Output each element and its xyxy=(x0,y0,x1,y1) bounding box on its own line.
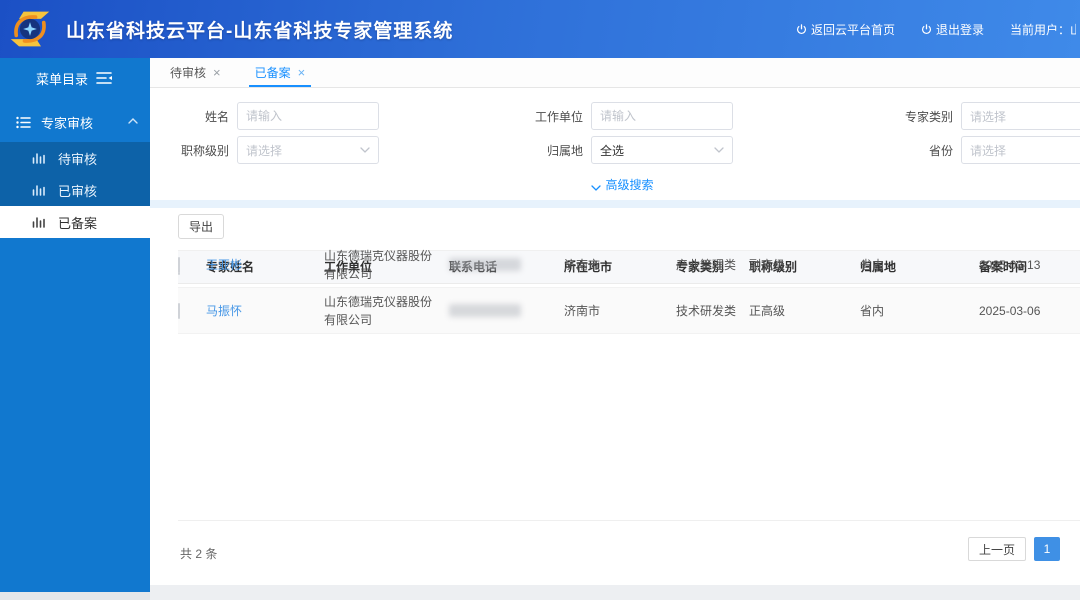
logout-label: 退出登录 xyxy=(936,21,984,38)
section-divider xyxy=(150,200,1080,208)
table-row[interactable]: 马振怀 山东德瑞克仪器股份有限公司 济南市 技术研发类 正高级 省内 2025-… xyxy=(178,288,1080,334)
logout-link[interactable]: 退出登录 xyxy=(921,21,984,38)
category-cell: 技术研发类 xyxy=(676,302,749,320)
select-value: 全选 xyxy=(600,142,714,159)
close-icon[interactable]: × xyxy=(298,65,306,80)
city-cell: 济南市 xyxy=(564,256,676,274)
chevron-up-icon xyxy=(128,118,138,124)
region-cell: 省内 xyxy=(860,302,979,320)
sidebar-item-recorded[interactable]: 已备案 xyxy=(0,206,150,238)
field-label: 专家类别 xyxy=(889,108,953,125)
return-home-label: 返回云平台首页 xyxy=(811,21,895,38)
bar-chart-icon xyxy=(32,216,45,228)
province-select[interactable]: 请选择 xyxy=(961,136,1080,164)
expert-name-link[interactable]: 王亚彬 xyxy=(206,258,242,272)
sidebar-group-label: 专家审核 xyxy=(41,113,93,132)
table-row[interactable]: 王亚彬 山东德瑞克仪器股份有限公司 济南市 产业管理类 副高级 省内 2025-… xyxy=(178,242,1080,288)
app-window: 山东省科技云平台-山东省科技专家管理系统 返回云平台首页 退出登录 当前用户：山… xyxy=(0,0,1080,600)
page-title: 山东省科技云平台-山东省科技专家管理系统 xyxy=(66,16,453,43)
menu-fold-icon xyxy=(96,71,112,85)
row-checkbox[interactable] xyxy=(178,257,180,273)
tab-label: 已备案 xyxy=(255,64,291,81)
city-cell: 济南市 xyxy=(564,302,676,320)
table-footer: 共 2 条 上一页 1 xyxy=(178,521,1080,585)
work-unit-input[interactable] xyxy=(591,102,733,130)
category-cell: 产业管理类 xyxy=(676,256,749,274)
power-icon xyxy=(796,24,807,35)
field-label: 姓名 xyxy=(165,108,229,125)
sidebar-submenu: 待审核 已审核 已备案 xyxy=(0,142,150,238)
field-title-level: 职称级别 请选择 xyxy=(165,136,379,164)
return-home-link[interactable]: 返回云平台首页 xyxy=(796,21,895,38)
field-name: 姓名 xyxy=(165,102,379,130)
field-expert-category: 专家类别 请选择 xyxy=(889,102,1080,130)
select-value: 请选择 xyxy=(970,108,1080,125)
export-button[interactable]: 导出 xyxy=(178,214,224,239)
field-region: 归属地 全选 xyxy=(519,136,733,164)
title-level-cell: 正高级 xyxy=(749,302,860,320)
expert-category-select[interactable]: 请选择 xyxy=(961,102,1080,130)
tab-recorded[interactable]: 已备案 × xyxy=(241,57,320,87)
tab-pending-review[interactable]: 待审核 × xyxy=(156,57,235,87)
sidebar-item-pending-review[interactable]: 待审核 xyxy=(0,142,150,174)
company-cell: 山东德瑞克仪器股份有限公司 xyxy=(324,293,449,329)
field-work-unit: 工作单位 xyxy=(519,102,733,130)
record-date-cell: 2025-03-13 xyxy=(979,256,1080,274)
company-cell: 山东德瑞克仪器股份有限公司 xyxy=(324,247,449,283)
sidebar-item-label: 已审核 xyxy=(58,181,97,200)
top-header: 山东省科技云平台-山东省科技专家管理系统 返回云平台首页 退出登录 当前用户：山… xyxy=(0,0,1080,58)
field-label: 工作单位 xyxy=(519,108,583,125)
platform-logo-icon xyxy=(8,7,52,51)
field-label: 职称级别 xyxy=(165,142,229,159)
sidebar-item-reviewed[interactable]: 已审核 xyxy=(0,174,150,206)
bottom-left-strip xyxy=(0,592,150,600)
page-number-button[interactable]: 1 xyxy=(1034,537,1060,561)
select-value: 请选择 xyxy=(246,142,360,159)
list-icon xyxy=(16,116,31,129)
bar-chart-icon xyxy=(32,184,45,196)
field-label: 归属地 xyxy=(519,142,583,159)
table-section: 导出 专家姓名 工作单位 联系电话 所在地市 专家类别 职称级别 归属地 备案时… xyxy=(165,208,1080,585)
region-select[interactable]: 全选 xyxy=(591,136,733,164)
name-input[interactable] xyxy=(237,102,379,130)
advanced-search-label: 高级搜索 xyxy=(605,178,653,192)
main-content: 待审核 × 已备案 × 姓名 工作单位 专家类别 请选择 xyxy=(150,58,1080,600)
record-date-cell: 2025-03-06 xyxy=(979,302,1080,320)
chevron-down-icon xyxy=(591,185,601,191)
table-empty-area xyxy=(178,426,1080,521)
header-links: 返回云平台首页 退出登录 当前用户：山东 xyxy=(796,0,1080,58)
sidebar-item-label: 待审核 xyxy=(58,149,97,168)
search-form: 姓名 工作单位 专家类别 请选择 职称级别 请选择 xyxy=(165,88,1080,200)
title-level-select[interactable]: 请选择 xyxy=(237,136,379,164)
field-label: 省份 xyxy=(889,142,953,159)
chevron-down-icon xyxy=(360,147,370,153)
chevron-down-icon xyxy=(714,147,724,153)
advanced-search-link[interactable]: 高级搜索 xyxy=(165,176,1080,193)
sidebar-group-expert-review[interactable]: 专家审核 xyxy=(0,102,150,142)
sidebar: 菜单目录 专家审核 待审核 已审核 xyxy=(0,58,150,592)
field-province: 省份 请选择 xyxy=(889,136,1080,164)
total-count-label: 共 2 条 xyxy=(180,545,217,562)
tab-bar: 待审核 × 已备案 × xyxy=(150,58,1080,88)
bottom-strip xyxy=(150,585,1080,600)
select-value: 请选择 xyxy=(970,142,1080,159)
row-checkbox[interactable] xyxy=(178,303,180,319)
bar-chart-icon xyxy=(32,152,45,164)
phone-redacted xyxy=(449,304,521,317)
expert-name-link[interactable]: 马振怀 xyxy=(206,304,242,318)
close-icon[interactable]: × xyxy=(213,65,221,80)
title-level-cell: 副高级 xyxy=(749,256,860,274)
phone-redacted xyxy=(449,258,521,271)
prev-page-button[interactable]: 上一页 xyxy=(968,537,1026,561)
menu-toggle-label: 菜单目录 xyxy=(36,69,88,88)
pagination: 上一页 1 xyxy=(968,537,1060,561)
tab-label: 待审核 xyxy=(170,64,206,81)
region-cell: 省内 xyxy=(860,256,979,274)
menu-toggle-button[interactable]: 菜单目录 xyxy=(0,58,150,98)
current-user-label: 当前用户：山东 xyxy=(1010,21,1076,38)
power-icon xyxy=(921,24,932,35)
sidebar-item-label: 已备案 xyxy=(58,213,97,232)
